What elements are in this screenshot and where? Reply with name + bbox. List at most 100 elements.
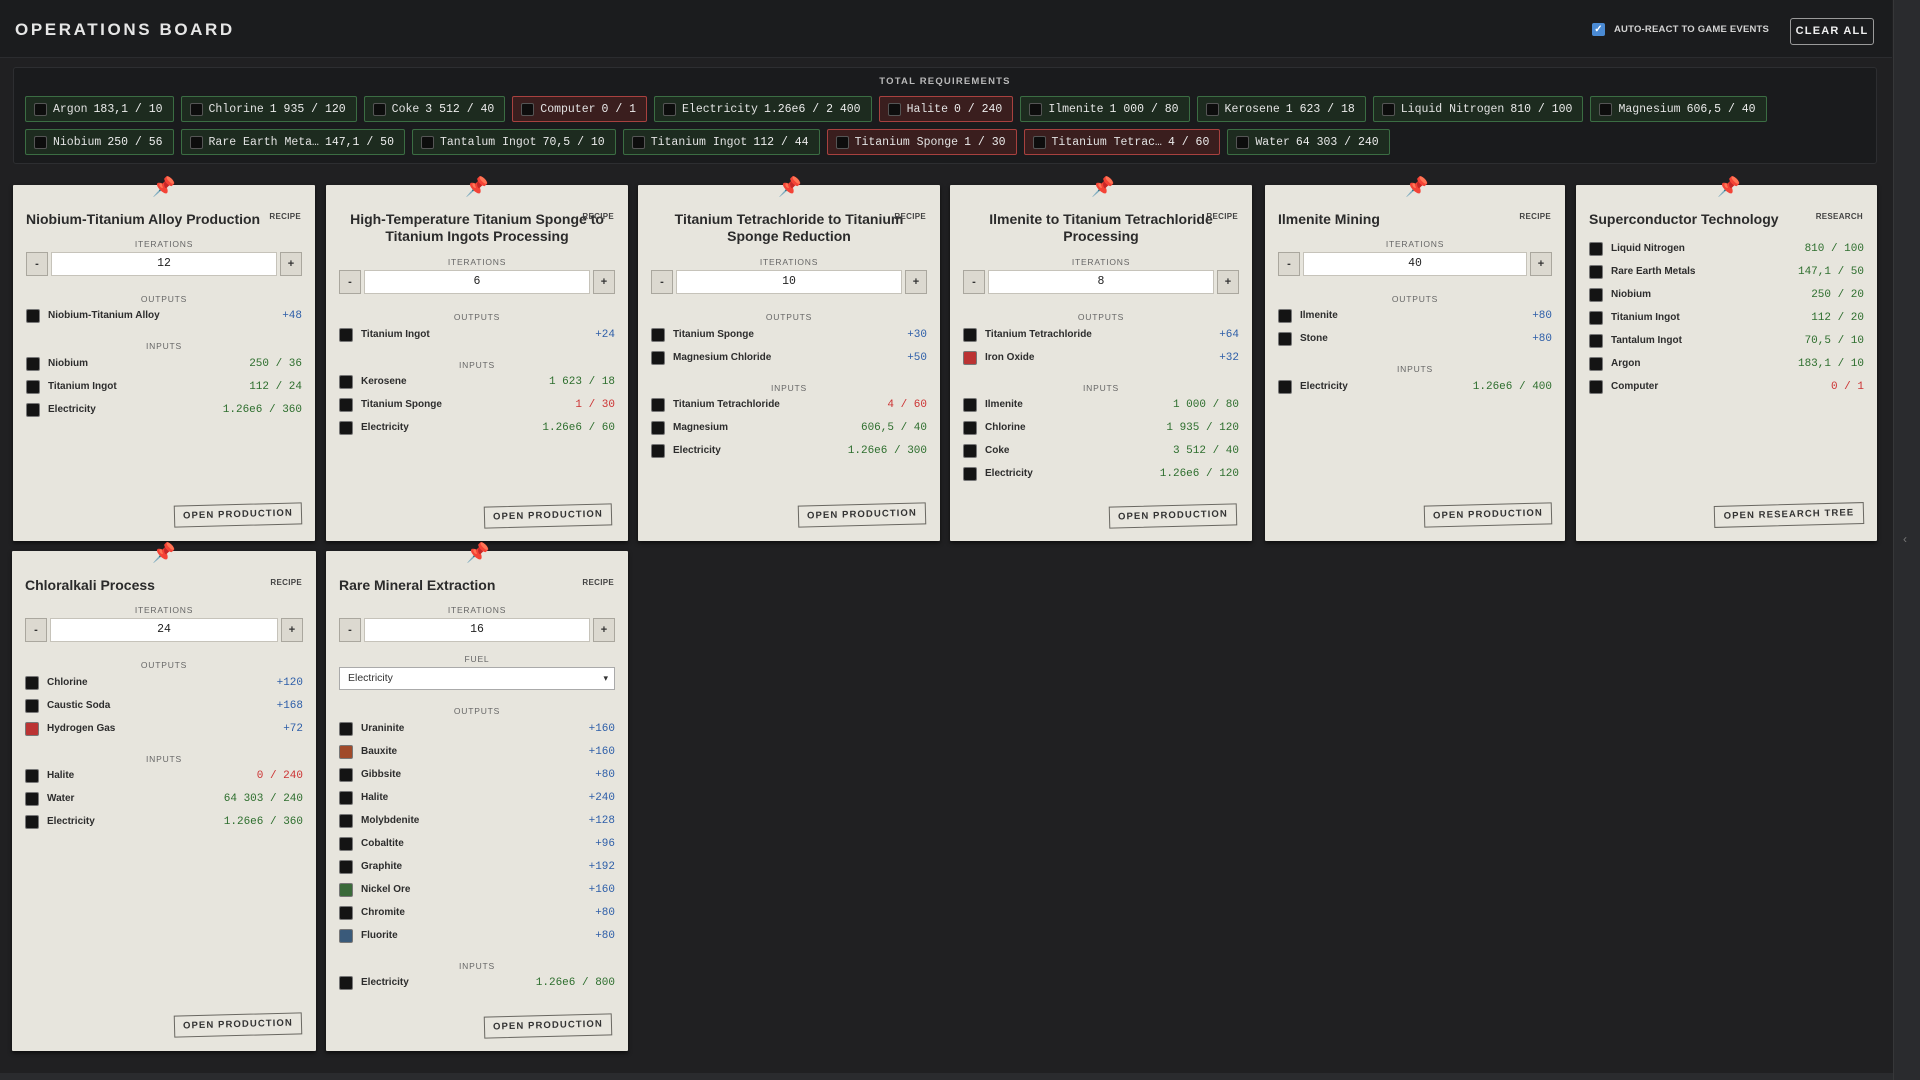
card-tetrachloride-to-sponge[interactable]: 📌 Titanium Tetrachloride to Titanium Spo… <box>638 178 940 541</box>
ilmenite-icon <box>963 397 977 412</box>
niobium-icon <box>34 135 47 149</box>
increment-button[interactable]: + <box>281 618 303 642</box>
card-title: Niobium-Titanium Alloy Production <box>26 211 261 227</box>
iterations-stepper: - 12 + <box>26 252 302 277</box>
output-row: Cobaltite +96 <box>339 835 615 852</box>
input-row: Electricity 1.26e6 / 60 <box>339 419 615 436</box>
input-row: Ilmenite 1 000 / 80 <box>963 396 1239 413</box>
titanium-tetrachloride-icon <box>963 327 977 342</box>
output-row: Nickel Ore +160 <box>339 881 615 898</box>
increment-button[interactable]: + <box>905 270 927 294</box>
halite-icon <box>887 102 901 116</box>
fuel-select[interactable]: Electricity ▾ <box>339 667 615 690</box>
ilmenite-icon <box>1029 102 1043 116</box>
fuel-value: Electricity <box>348 672 393 684</box>
output-row: Chlorine +120 <box>25 674 303 691</box>
open-production-button[interactable]: OPEN PRODUCTION <box>483 503 613 529</box>
decrement-button[interactable]: - <box>651 270 673 294</box>
output-row: Hydrogen Gas +72 <box>25 720 303 737</box>
input-row: Titanium Sponge 1 / 30 <box>339 396 615 413</box>
input-row: Electricity 1.26e6 / 300 <box>651 442 927 459</box>
iterations-input[interactable]: 40 <box>1303 252 1527 276</box>
inputs-label: INPUTS <box>1083 383 1119 393</box>
uraninite-icon <box>339 721 353 736</box>
side-panel-collapse[interactable]: ‹ <box>1893 0 1920 1080</box>
open-production-button[interactable]: OPEN PRODUCTION <box>797 502 927 528</box>
card-ilmenite-mining[interactable]: 📌 Ilmenite Mining RECIPE ITERATIONS - 40… <box>1265 178 1565 541</box>
decrement-button[interactable]: - <box>26 252 48 276</box>
open-production-button[interactable]: OPEN PRODUCTION <box>483 1013 613 1039</box>
increment-button[interactable]: + <box>1530 252 1552 276</box>
pin-icon: 📌 <box>1717 177 1741 198</box>
open-production-button[interactable]: OPEN PRODUCTION <box>173 1012 303 1038</box>
electricity-icon <box>339 420 353 435</box>
auto-react-toggle[interactable]: ✓ AUTO-REACT TO GAME EVENTS <box>1592 23 1769 36</box>
clear-all-button[interactable]: CLEAR ALL <box>1790 18 1874 45</box>
card-chloralkali-process[interactable]: 📌 Chloralkali Process RECIPE ITERATIONS … <box>12 544 316 1051</box>
requirement-chip: Electricity 1.26e6 / 2 400 <box>654 96 872 122</box>
top-bar: OPERATIONS BOARD ✓ AUTO-REACT TO GAME EV… <box>0 0 1892 58</box>
output-row: Uraninite +160 <box>339 720 615 737</box>
input-row: Kerosene 1 623 / 18 <box>339 373 615 390</box>
iterations-label: ITERATIONS <box>1385 239 1445 249</box>
liquid-nitrogen-icon <box>1381 102 1395 116</box>
inputs-label: INPUTS <box>459 961 495 971</box>
requirement-chip: Niobium 250 / 56 <box>25 129 174 155</box>
tantalum-ingot-icon <box>420 135 434 149</box>
iterations-input[interactable]: 24 <box>50 618 278 642</box>
iterations-stepper: - 24 + <box>25 618 303 643</box>
halite-icon <box>25 768 39 783</box>
checkbox-checked-icon[interactable]: ✓ <box>1592 23 1605 36</box>
decrement-button[interactable]: - <box>339 618 361 642</box>
open-production-button[interactable]: OPEN PRODUCTION <box>1423 502 1553 528</box>
iterations-input[interactable]: 16 <box>364 618 590 642</box>
iterations-input[interactable]: 8 <box>988 270 1214 294</box>
hydrogen-gas-icon <box>25 721 39 736</box>
iterations-input[interactable]: 6 <box>364 270 590 294</box>
open-research-tree-button[interactable]: OPEN RESEARCH TREE <box>1713 502 1865 528</box>
input-row: Electricity 1.26e6 / 800 <box>339 974 615 991</box>
iterations-label: ITERATIONS <box>134 239 194 249</box>
titanium-sponge-icon <box>651 327 665 342</box>
iterations-label: ITERATIONS <box>759 257 819 267</box>
water-icon <box>1236 135 1250 149</box>
stone-icon <box>1278 331 1292 346</box>
titanium-ingot-icon <box>339 327 353 342</box>
input-row: Electricity 1.26e6 / 360 <box>26 401 302 418</box>
decrement-button[interactable]: - <box>339 270 361 294</box>
iterations-label: ITERATIONS <box>447 257 507 267</box>
outputs-label: OUTPUTS <box>765 312 813 322</box>
input-row: Electricity 1.26e6 / 360 <box>25 813 303 830</box>
output-row: Fluorite +80 <box>339 927 615 944</box>
input-row: Electricity 1.26e6 / 120 <box>963 465 1239 482</box>
requirement-chip: Titanium Ingot 112 / 44 <box>622 129 820 155</box>
chevron-left-icon[interactable]: ‹ <box>1903 532 1907 546</box>
card-superconductor-technology[interactable]: 📌 Superconductor Technology RESEARCH Liq… <box>1576 178 1877 541</box>
decrement-button[interactable]: - <box>1278 252 1300 276</box>
card-titanium-sponge-to-ingots[interactable]: 📌 High-Temperature Titanium Sponge to Ti… <box>326 178 628 541</box>
increment-button[interactable]: + <box>1217 270 1239 294</box>
chlorine-icon <box>25 675 39 690</box>
iterations-stepper: - 40 + <box>1278 252 1552 277</box>
increment-button[interactable]: + <box>280 252 302 276</box>
rare-earth-metals-icon <box>1589 264 1603 279</box>
card-rare-mineral-extraction[interactable]: 📌 Rare Mineral Extraction RECIPE ITERATI… <box>326 544 628 1051</box>
card-ilmenite-to-tetrachloride[interactable]: 📌 Ilmenite to Titanium Tetrachloride Pro… <box>950 178 1252 541</box>
iterations-input[interactable]: 10 <box>676 270 902 294</box>
titanium-sponge-icon <box>835 135 849 149</box>
increment-button[interactable]: + <box>593 618 615 642</box>
output-row: Magnesium Chloride +50 <box>651 349 927 366</box>
iterations-input[interactable]: 12 <box>51 252 277 276</box>
output-row: Titanium Ingot +24 <box>339 326 615 343</box>
card-niobium-titanium-alloy[interactable]: 📌 Niobium-Titanium Alloy Production RECI… <box>13 178 315 541</box>
decrement-button[interactable]: - <box>25 618 47 642</box>
increment-button[interactable]: + <box>593 270 615 294</box>
requirement-chip: Titanium Tetrac… 4 / 60 <box>1023 129 1221 155</box>
output-row: Halite +240 <box>339 789 615 806</box>
open-production-button[interactable]: OPEN PRODUCTION <box>1108 503 1238 529</box>
titanium-sponge-icon <box>339 397 353 412</box>
decrement-button[interactable]: - <box>963 270 985 294</box>
iterations-stepper: - 10 + <box>651 270 927 295</box>
open-production-button[interactable]: OPEN PRODUCTION <box>173 502 303 528</box>
requirement-row: Argon 183,1 / 10 <box>1589 355 1864 372</box>
